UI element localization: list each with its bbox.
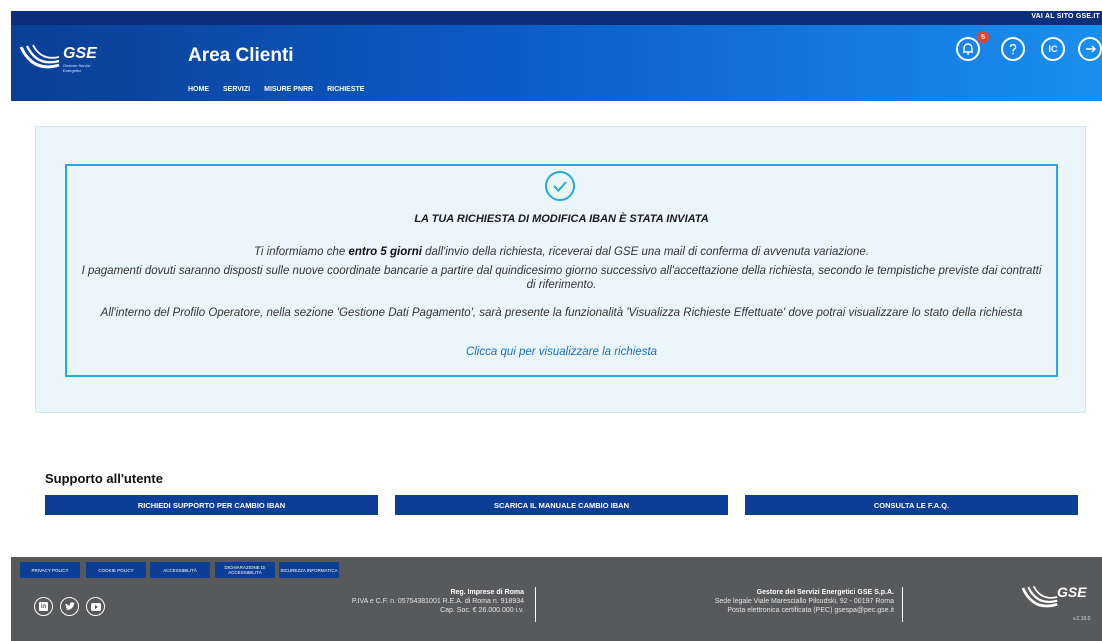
confirmation-title: LA TUA RICHIESTA DI MODIFICA IBAN È STAT… [414,213,709,225]
footer-company-info: Gestore dei Servizi Energetici GSE S.p.A… [715,588,894,615]
faq-button[interactable]: CONSULTA LE F.A.Q. [745,495,1078,515]
footer-cookie-link[interactable]: COOKIE POLICY [86,562,146,578]
top-strip: VAI AL SITO GSE.IT [11,11,1102,25]
paragraph-1-start: Ti informiamo che [253,246,349,258]
gse-logo-icon [19,44,60,69]
nav-servizi[interactable]: SERVIZI [223,86,250,93]
linkedin-icon[interactable]: in [34,597,53,616]
registry-line-1: P.IVA e C.F. n. 05754381001 R.E.A. di Ro… [351,598,524,605]
registry-title: Reg. Imprese di Roma [450,589,524,596]
footer-divider [535,587,536,622]
confirmation-paragraph-2: I pagamenti dovuti saranno disposti sull… [81,265,1042,291]
user-avatar[interactable]: IC [1041,37,1065,61]
notification-badge: 5 [977,31,989,43]
footer-privacy-link[interactable]: PRIVACY POLICY [20,562,80,578]
bell-icon[interactable] [956,37,980,61]
registry-line-2: Cap. Soc. € 26.000.000 i.v. [440,607,524,614]
request-support-button[interactable]: RICHIEDI SUPPORTO PER CAMBIO IBAN [45,495,378,515]
company-line-2: Posta elettronica certificata (PEC) gses… [727,607,894,614]
logout-icon[interactable] [1078,37,1102,61]
check-circle-icon [545,171,575,201]
nav-home[interactable]: HOME [188,86,209,93]
view-request-link[interactable]: Clicca qui per visualizzare la richiesta [65,346,1058,358]
footer-gse-logo: GSE v.2.10.0 [1021,584,1091,624]
youtube-icon[interactable] [86,597,105,616]
footer-accessibility-link[interactable]: ACCESSIBILITÀ [150,562,210,578]
confirmation-paragraph-1: Ti informiamo che entro 5 giorni dall'in… [78,245,1045,259]
paragraph-1-end: dall'invio della richiesta, riceverai da… [421,246,870,258]
nav-misure-pnrr[interactable]: MISURE PNRR [264,86,313,93]
footer-logo-text: GSE [1057,584,1087,600]
footer-registry-info: Reg. Imprese di Roma P.IVA e C.F. n. 057… [352,588,524,615]
header: GSE Gestore Servizi Energetici Area Clie… [11,25,1102,101]
footer-divider [902,587,903,622]
main-nav: HOME SERVIZI MISURE PNRR RICHIESTE [188,86,364,93]
app-version: v.2.10.0 [1073,616,1091,622]
footer-security-link[interactable]: SICUREZZA INFORMATICA [279,562,339,578]
footer-logo-icon [1021,585,1058,608]
nav-richieste[interactable]: RICHIESTE [327,86,364,93]
footer-accessibility-statement-link[interactable]: DICHIARAZIONE DI ACCESSIBILITÀ [215,562,275,578]
twitter-icon[interactable] [60,597,79,616]
app-title: Area Clienti [188,45,294,66]
help-icon[interactable] [1001,37,1025,61]
gse-site-link[interactable]: VAI AL SITO GSE.IT [1031,13,1100,20]
download-manual-button[interactable]: SCARICA IL MANUALE CAMBIO IBAN [395,495,728,515]
user-initials: IC [1048,44,1058,54]
logo-subtitle: Gestore Servizi Energetici [63,63,91,73]
confirmation-paragraph-3: All'interno del Profilo Operatore, nella… [100,307,1023,319]
footer: PRIVACY POLICY COOKIE POLICY ACCESSIBILI… [11,557,1102,641]
company-title: Gestore dei Servizi Energetici GSE S.p.A… [756,589,894,596]
support-title: Supporto all'utente [45,471,163,486]
company-line-1: Sede legale Viale Maresciallo Pilsudski,… [714,598,894,605]
gse-logo[interactable]: GSE Gestore Servizi Energetici [19,43,109,79]
logo-text: GSE [63,45,97,62]
paragraph-1-bold: entro 5 giorni [348,246,422,258]
